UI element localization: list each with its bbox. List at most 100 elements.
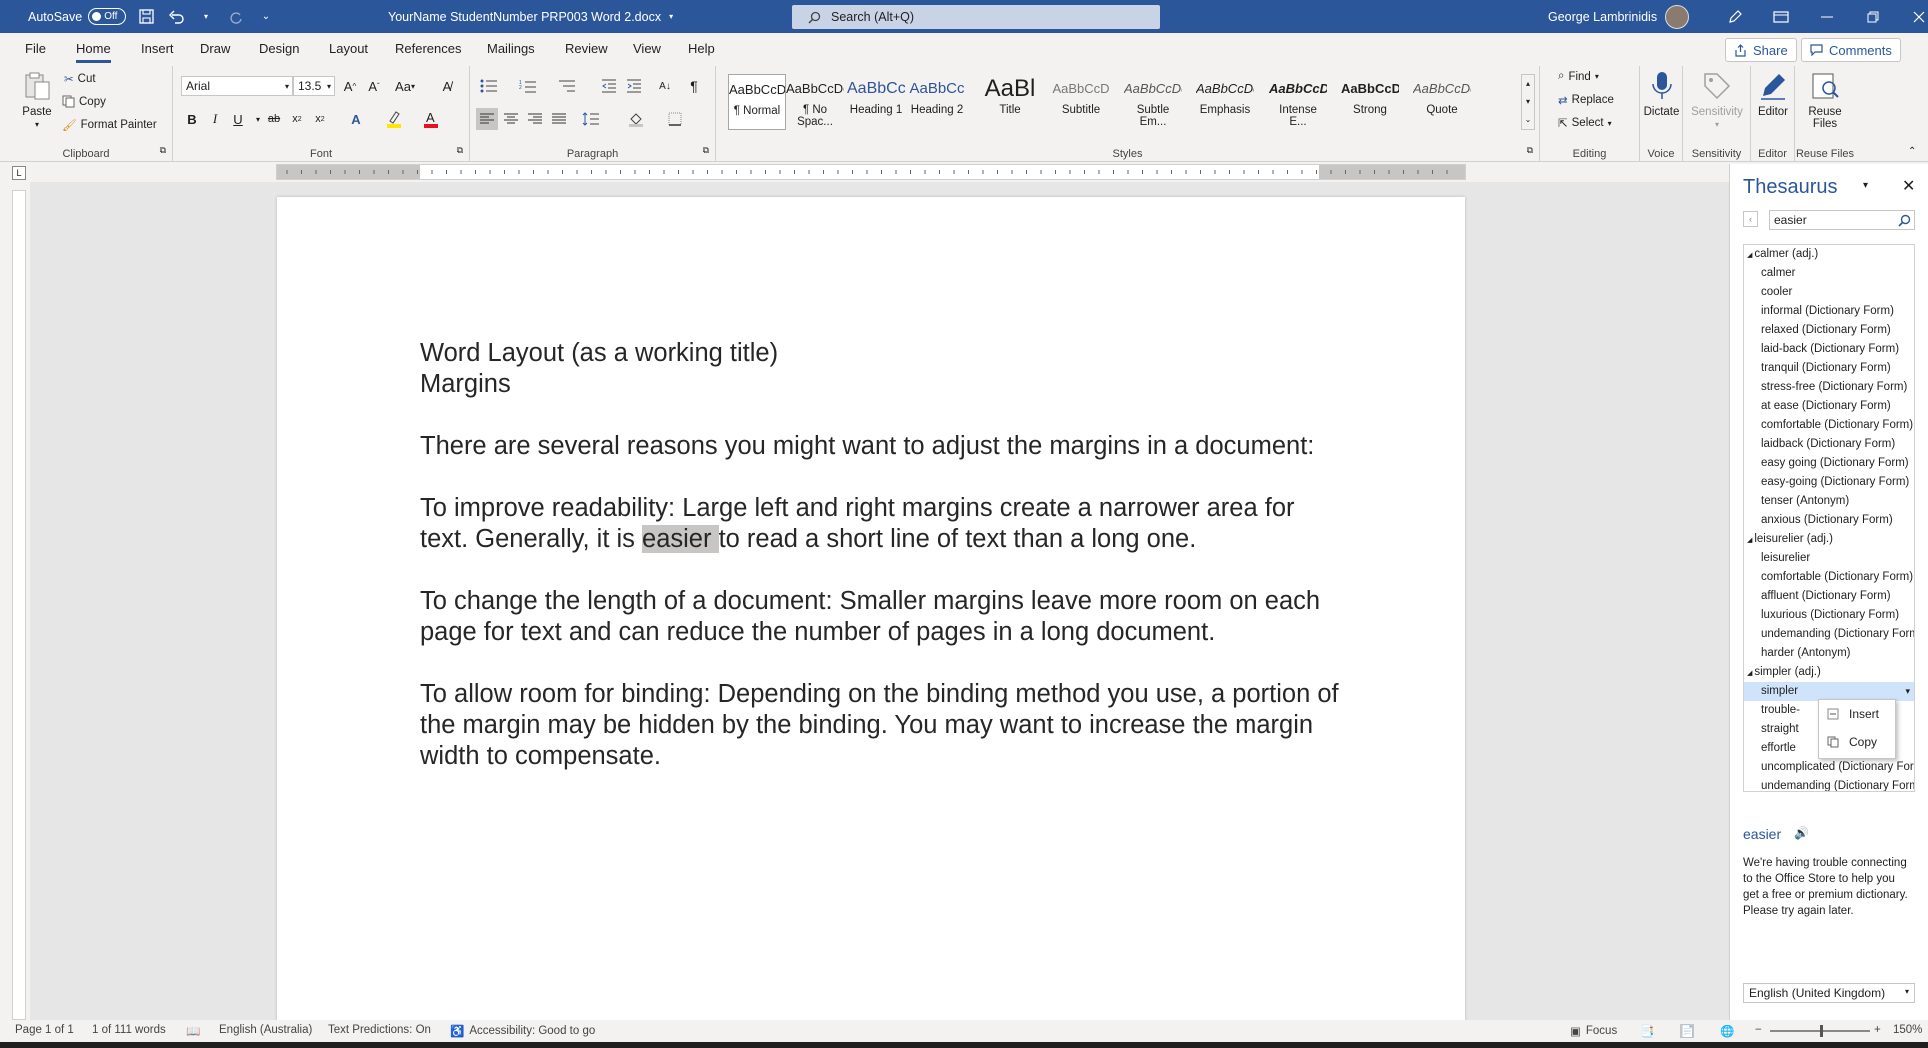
replace-button[interactable]: ⇄ Replace [1558, 93, 1614, 107]
tab-home[interactable]: Home [76, 41, 111, 63]
style-quote[interactable]: AaBbCcDc Quote [1413, 74, 1471, 130]
align-right-icon[interactable] [524, 108, 546, 130]
undo-dropdown-icon[interactable]: ▾ [198, 9, 214, 25]
doc-paragraph-4[interactable]: To allow room for binding: Depending on … [420, 679, 1340, 772]
tab-draw[interactable]: Draw [200, 41, 230, 56]
style-no-spacing[interactable]: AaBbCcDc ¶ No Spac... [786, 74, 844, 130]
borders-icon[interactable] [664, 108, 686, 130]
shrink-font-icon[interactable]: Aˇ [363, 75, 385, 97]
language-select[interactable]: English (United Kingdom) ▾ [1743, 983, 1915, 1003]
minimize-icon[interactable] [1804, 0, 1850, 33]
tab-references[interactable]: References [395, 41, 461, 56]
document-body[interactable]: Word Layout (as a working title) Margins… [420, 338, 1340, 803]
tab-file[interactable]: File [25, 41, 46, 56]
text-effects-icon[interactable]: A [345, 108, 367, 130]
bullets-icon[interactable] [478, 75, 500, 97]
superscript-icon[interactable]: x2 [309, 108, 331, 130]
styles-launcher-icon[interactable]: ⧉ [1527, 145, 1533, 156]
thesaurus-item[interactable]: easy going (Dictionary Form) [1744, 454, 1914, 473]
underline-icon[interactable]: U [227, 108, 249, 130]
find-button[interactable]: ⌕ Find ▾ [1558, 70, 1599, 83]
thesaurus-item[interactable]: affluent (Dictionary Form) [1744, 587, 1914, 606]
thesaurus-item[interactable]: undemanding (Dictionary Form) [1744, 777, 1914, 791]
selected-word[interactable]: easier [642, 525, 719, 553]
editor-button[interactable]: Editor [1751, 70, 1795, 118]
sort-icon[interactable]: A↓ [654, 75, 676, 97]
format-painter-button[interactable]: 🖌 Format Painter [62, 118, 157, 132]
vertical-ruler[interactable] [12, 190, 26, 1020]
print-layout-icon[interactable]: 📄 [1680, 1024, 1695, 1038]
zoom-slider[interactable] [1770, 1025, 1870, 1037]
ruler-toggle[interactable]: L [12, 166, 26, 180]
doc-paragraph-1[interactable]: There are several reasons you might want… [420, 431, 1340, 462]
sensitivity-button[interactable]: Sensitivity ▾ [1683, 70, 1751, 130]
thesaurus-group-header[interactable]: ◢ leisurelier (adj.) [1744, 530, 1914, 549]
thesaurus-item[interactable]: laid-back (Dictionary Form) [1744, 340, 1914, 359]
increase-indent-icon[interactable] [623, 75, 645, 97]
customize-toolbar-icon[interactable]: ⌄ [258, 9, 274, 25]
thesaurus-group-header[interactable]: ◢ simpler (adj.) [1744, 663, 1914, 682]
tab-layout[interactable]: Layout [329, 41, 368, 56]
word-count[interactable]: 1 of 111 words [92, 1024, 166, 1036]
horizontal-ruler[interactable] [276, 164, 1466, 180]
style-intense-emphasis[interactable]: AaBbCcDcIntense E... [1269, 74, 1327, 130]
thesaurus-search-input[interactable]: easier [1769, 210, 1915, 230]
doc-paragraph-3[interactable]: To change the length of a document: Smal… [420, 586, 1340, 648]
doc-paragraph-2[interactable]: To improve readability: Large left and r… [420, 493, 1340, 555]
zoom-in-icon[interactable]: + [1874, 1024, 1881, 1036]
restore-icon[interactable] [1850, 0, 1896, 33]
search-input[interactable]: Search (Alt+Q) [792, 5, 1160, 29]
thesaurus-item[interactable]: comfortable (Dictionary Form) [1744, 416, 1914, 435]
dictate-button[interactable]: Dictate [1640, 70, 1683, 118]
tab-insert[interactable]: Insert [141, 41, 174, 56]
focus-button[interactable]: ▣ Focus [1570, 1024, 1617, 1038]
save-icon[interactable] [138, 9, 154, 25]
thesaurus-item[interactable]: undemanding (Dictionary Form) [1744, 625, 1914, 644]
font-color-icon[interactable]: A [420, 108, 442, 130]
style-subtitle[interactable]: AaBbCcD Subtitle [1052, 74, 1110, 130]
multilevel-list-icon[interactable] [556, 75, 578, 97]
thesaurus-item[interactable]: at ease (Dictionary Form) [1744, 397, 1914, 416]
comments-button[interactable]: Comments [1801, 38, 1901, 62]
thesaurus-item[interactable]: comfortable (Dictionary Form) [1744, 568, 1914, 587]
autosave-toggle[interactable]: Off [88, 8, 127, 25]
decrease-indent-icon[interactable] [598, 75, 620, 97]
thesaurus-item[interactable]: tenser (Antonym) [1744, 492, 1914, 511]
page-count[interactable]: Page 1 of 1 [15, 1024, 74, 1036]
context-menu-copy[interactable]: Copy [1819, 728, 1895, 756]
numbering-icon[interactable]: 12 [517, 75, 539, 97]
read-mode-icon[interactable]: 📑 [1640, 1024, 1654, 1038]
document-title[interactable]: YourName StudentNumber PRP003 Word 2.doc… [388, 10, 661, 24]
font-size-combo[interactable]: 13.5 ▾ [293, 76, 335, 96]
reuse-files-button[interactable]: Reuse Files [1795, 70, 1855, 130]
thesaurus-item[interactable]: harder (Antonym) [1744, 644, 1914, 663]
thesaurus-item[interactable]: cooler [1744, 283, 1914, 302]
pane-close-icon[interactable]: ✕ [1902, 176, 1915, 196]
style-heading-2[interactable]: AaBbCc Heading 2 [908, 74, 966, 130]
zoom-level[interactable]: 150% [1893, 1024, 1922, 1036]
speaker-icon[interactable]: 🔊 [1794, 826, 1809, 840]
style-title[interactable]: AaBl Title [981, 74, 1039, 130]
pane-options-icon[interactable]: ▾ [1863, 180, 1868, 191]
collapse-ribbon-icon[interactable]: ⌃ [1908, 146, 1916, 157]
text-predictions-status[interactable]: Text Predictions: On [328, 1024, 431, 1036]
justify-icon[interactable] [548, 108, 570, 130]
highlight-icon[interactable] [383, 108, 405, 130]
tab-design[interactable]: Design [259, 41, 299, 56]
thesaurus-item[interactable]: easy-going (Dictionary Form) [1744, 473, 1914, 492]
search-icon[interactable] [1898, 214, 1911, 227]
clipboard-launcher-icon[interactable]: ⧉ [160, 145, 166, 156]
thesaurus-item[interactable]: leisurelier [1744, 549, 1914, 568]
document-page[interactable]: Word Layout (as a working title) Margins… [277, 197, 1465, 1020]
align-center-icon[interactable] [500, 108, 522, 130]
title-dropdown-icon[interactable]: ▾ [669, 12, 673, 21]
font-name-combo[interactable]: Arial ▾ [181, 76, 293, 96]
web-layout-icon[interactable]: 🌐 [1720, 1024, 1734, 1038]
doc-title-line[interactable]: Word Layout (as a working title) [420, 338, 1340, 369]
share-button[interactable]: Share [1725, 38, 1797, 62]
thesaurus-item[interactable]: uncomplicated (Dictionary Form) [1744, 758, 1914, 777]
align-left-icon[interactable] [476, 108, 498, 130]
styles-gallery-scroll[interactable]: ▴ ▾ ⌄ [1521, 74, 1535, 130]
line-spacing-icon[interactable] [580, 108, 602, 130]
doc-heading-margins[interactable]: Margins [420, 369, 1340, 400]
